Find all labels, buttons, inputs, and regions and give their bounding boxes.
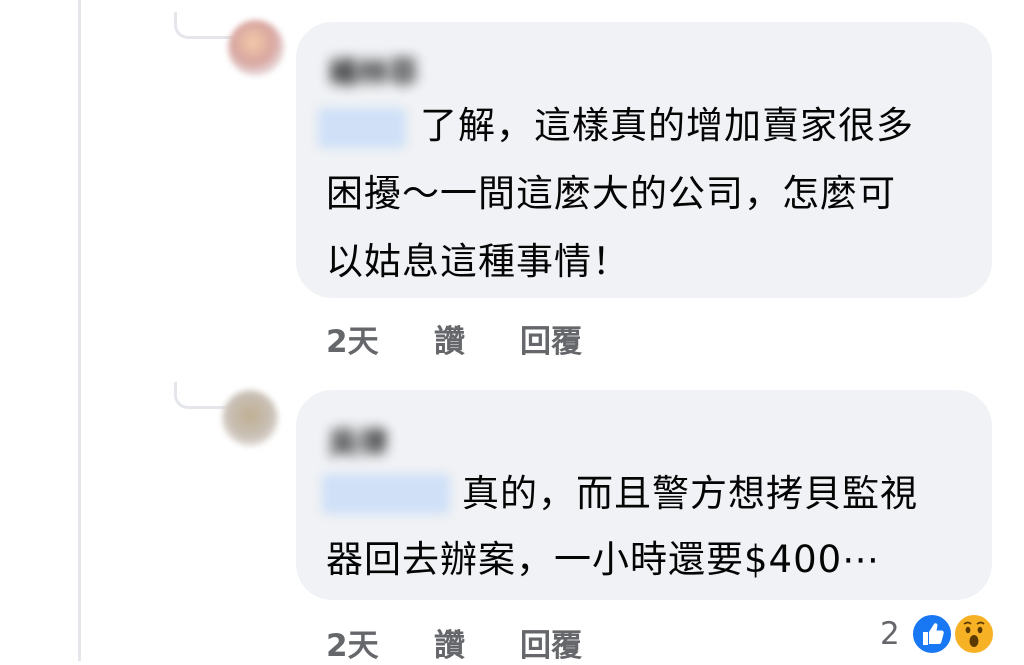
- comment-text-line: 以姑息這種事情！: [326, 240, 630, 283]
- like-icon[interactable]: [910, 612, 954, 656]
- comment-author[interactable]: 楊林菲: [328, 48, 418, 92]
- comment-text-line: 器回去辦案，一小時還要$400⋯: [326, 538, 881, 581]
- reply-button[interactable]: 回覆: [520, 316, 582, 361]
- like-button[interactable]: 讚: [434, 316, 465, 361]
- mention-tag[interactable]: [318, 108, 406, 148]
- reaction-count[interactable]: 2: [880, 616, 900, 652]
- comment-text-line: 了解，這樣真的增加賣家很多: [420, 104, 914, 147]
- like-button[interactable]: 讚: [434, 620, 465, 665]
- thread-line: [78, 0, 81, 661]
- reply-button[interactable]: 回覆: [520, 620, 582, 665]
- comment-timestamp[interactable]: 2天: [326, 316, 379, 361]
- comment-text-line: 困擾～一間這麼大的公司，怎麼可: [326, 172, 896, 215]
- comment-author[interactable]: 吳律: [328, 418, 388, 462]
- comment-text-line: 真的，而且警方想拷貝監視: [462, 472, 918, 515]
- avatar[interactable]: [228, 20, 284, 76]
- mention-tag[interactable]: [322, 474, 450, 514]
- wow-icon[interactable]: [952, 612, 996, 656]
- avatar[interactable]: [222, 390, 278, 446]
- reply-connector: [174, 12, 235, 39]
- comment-timestamp[interactable]: 2天: [326, 620, 379, 665]
